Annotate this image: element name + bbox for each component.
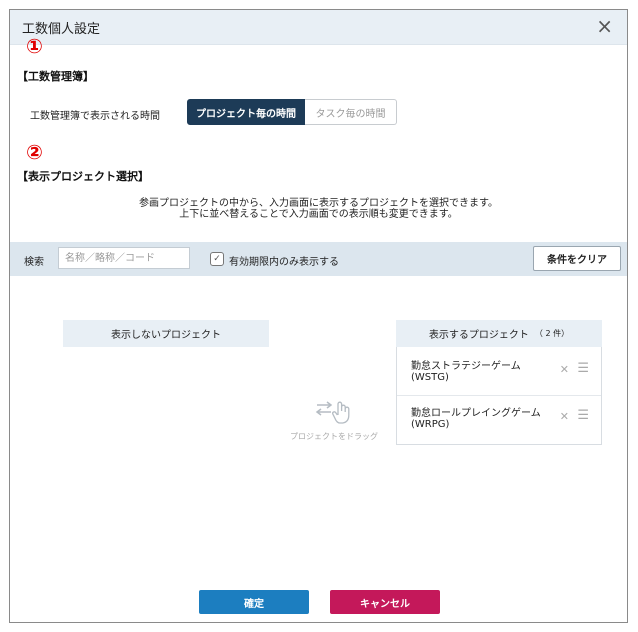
option-project-time[interactable]: プロジェクト毎の時間 <box>187 99 305 125</box>
hidden-projects-header: 表示しないプロジェクト <box>63 320 269 347</box>
dialog-titlebar: 工数個人設定 × <box>10 10 627 45</box>
valid-period-checkbox-label[interactable]: 有効期限内のみ表示する <box>229 253 339 268</box>
project-selection-description: 参画プロジェクトの中から、入力画面に表示するプロジェクトを選択できます。 上下に… <box>10 198 627 220</box>
shown-projects-header: 表示するプロジェクト （ 2 件） <box>396 320 602 347</box>
close-icon[interactable]: × <box>596 14 613 38</box>
drag-hint-text: プロジェクトをドラッグ <box>290 432 378 441</box>
hidden-projects-title: 表示しないプロジェクト <box>111 330 221 341</box>
shown-projects-count: （ 2 件） <box>534 329 570 338</box>
list-item[interactable]: 勤怠ロールプレイングゲーム (WRPG) ✕ ☰ <box>397 396 601 442</box>
timesheet-heading: 【工数管理簿】 <box>17 70 94 83</box>
annotation-marker-2: ② <box>26 140 43 164</box>
drag-hint: プロジェクトをドラッグ <box>286 398 382 442</box>
description-line-1: 参画プロジェクトの中から、入力画面に表示するプロジェクトを選択できます。 <box>139 198 498 209</box>
list-item[interactable]: 勤怠ストラテジーゲーム (WSTG) ✕ ☰ <box>397 349 601 396</box>
settings-dialog: 工数個人設定 × ① 【工数管理簿】 工数管理簿で表示される時間 プロジェクト毎… <box>9 9 628 623</box>
time-mode-toggle: プロジェクト毎の時間 タスク毎の時間 <box>187 99 397 125</box>
time-display-label: 工数管理簿で表示される時間 <box>30 111 160 122</box>
search-input[interactable] <box>58 247 190 269</box>
search-label: 検索 <box>24 257 44 268</box>
remove-icon[interactable]: ✕ <box>560 410 569 423</box>
shown-projects-title: 表示するプロジェクト <box>428 330 529 341</box>
remove-icon[interactable]: ✕ <box>560 363 569 376</box>
shown-projects-list: 勤怠ストラテジーゲーム (WSTG) ✕ ☰ 勤怠ロールプレイングゲーム (WR… <box>396 347 602 445</box>
valid-period-checkbox[interactable]: ✓ <box>210 252 224 266</box>
drag-handle-icon[interactable]: ☰ <box>577 361 589 376</box>
project-name: 勤怠ロールプレイングゲーム (WRPG) <box>411 408 541 430</box>
option-task-time[interactable]: タスク毎の時間 <box>305 99 397 125</box>
annotation-marker-1: ① <box>26 34 43 58</box>
filter-bar: 検索 ✓ 有効期限内のみ表示する 条件をクリア <box>10 242 627 276</box>
clear-conditions-button[interactable]: 条件をクリア <box>533 246 621 271</box>
drag-hand-icon <box>286 398 382 429</box>
description-line-2: 上下に並べ替えることで入力画面での表示順も変更できます。 <box>179 209 458 220</box>
project-selection-heading: 【表示プロジェクト選択】 <box>17 170 149 183</box>
confirm-button[interactable]: 確定 <box>199 590 309 614</box>
project-name: 勤怠ストラテジーゲーム (WSTG) <box>411 361 521 383</box>
drag-handle-icon[interactable]: ☰ <box>577 408 589 423</box>
cancel-button[interactable]: キャンセル <box>330 590 440 614</box>
